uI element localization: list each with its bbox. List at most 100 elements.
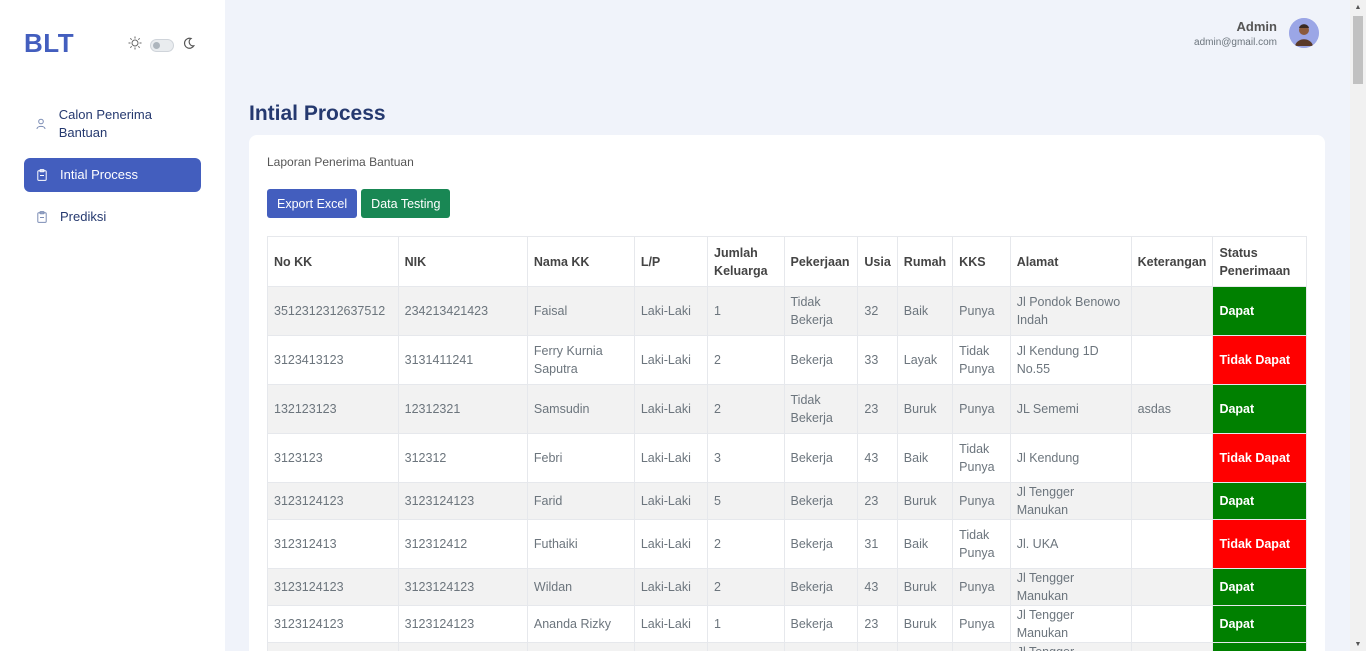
table-cell: Laki-Laki	[633, 519, 709, 569]
export-excel-button[interactable]: Export Excel	[267, 189, 358, 218]
status-badge: Dapat	[1212, 482, 1307, 520]
table-cell: Laki-Laki	[633, 568, 709, 606]
sidebar-item-label: Intial Process	[60, 167, 139, 182]
table-cell: Bekerja	[783, 335, 859, 385]
column-header[interactable]: Keterangan	[1130, 236, 1214, 287]
table-cell: 5	[707, 482, 785, 520]
table-cell: Laki-Laki	[633, 605, 709, 643]
table-cell: Bekerja	[783, 642, 859, 651]
scroll-up-icon[interactable]: ▲	[1350, 0, 1366, 14]
page-title: Intial Process	[249, 102, 386, 125]
table-row: 3123413123 3131411241 Ferry Kurnia Saputra…	[267, 335, 1307, 385]
report-card: Laporan Penerima Bantuan Export Excel Da…	[249, 135, 1325, 651]
table-cell: Laki-Laki	[633, 384, 709, 434]
table-cell: 33	[857, 335, 898, 385]
table-cell: Tidak Punya	[952, 335, 1011, 385]
table-cell	[1130, 433, 1214, 483]
sidebar-menu: Calon Penerima Bantuan Intial Process Pr…	[24, 100, 201, 242]
table-cell: Baik	[896, 519, 954, 569]
table-row: 3512312312637512 234213421423 Faisal Laki-L…	[267, 286, 1307, 336]
table-cell: Bekerja	[783, 482, 859, 520]
table-row: 3123124123 3123124123 Wildan Laki-Laki 2 Beke…	[267, 568, 1307, 606]
table-cell: 3123124123	[267, 482, 399, 520]
table-cell	[1130, 482, 1214, 520]
table-cell: Laki-Laki	[633, 482, 709, 520]
column-header[interactable]: Nama KK	[526, 236, 635, 287]
table-cell: Bekerja	[783, 433, 859, 483]
table-cell: 234213421423	[397, 286, 528, 336]
column-header[interactable]: Rumah	[896, 236, 954, 287]
column-header[interactable]: NIK	[397, 236, 528, 287]
table-cell: Ananda Rizky	[526, 605, 635, 643]
status-badge: Tidak Dapat	[1212, 335, 1307, 385]
scrollbar[interactable]: ▲ ▼	[1350, 0, 1366, 651]
table-cell: 1	[707, 605, 785, 643]
sun-icon	[128, 36, 142, 55]
sidebar-item-prediksi[interactable]: Prediksi	[24, 202, 201, 232]
theme-switch[interactable]	[150, 39, 174, 52]
column-header[interactable]: Usia	[857, 236, 898, 287]
scrollbar-thumb[interactable]	[1353, 16, 1363, 84]
table-cell: 312312413	[267, 519, 399, 569]
table-cell: 32	[857, 286, 898, 336]
scroll-down-icon[interactable]: ▼	[1350, 637, 1366, 651]
table-cell: 3123413123	[267, 335, 399, 385]
clipboard-icon	[36, 211, 48, 223]
table-cell	[1130, 605, 1214, 643]
avatar[interactable]	[1289, 18, 1319, 48]
table-cell: Ferry Kurnia Saputra	[526, 335, 635, 385]
table-cell: 3	[707, 642, 785, 651]
table-cell: Laki-Laki	[633, 642, 709, 651]
table-cell: 3123124123	[267, 642, 399, 651]
person-icon	[36, 118, 47, 130]
table-cell: Buruk	[896, 482, 954, 520]
main-content: Admin admin@gmail.com Intial Process Lap…	[225, 0, 1350, 651]
table-cell: 12312321	[397, 384, 528, 434]
data-testing-button[interactable]: Data Testing	[361, 189, 451, 218]
column-header[interactable]: Pekerjaan	[783, 236, 859, 287]
table-header-row: No KK NIK Nama KK L/P Jumlah Keluarga Pekerja…	[267, 236, 1307, 287]
table-cell	[1130, 642, 1214, 651]
table-cell: Punya	[952, 286, 1011, 336]
sidebar-item-intial-process[interactable]: Intial Process	[24, 158, 201, 192]
user-menu[interactable]: Admin admin@gmail.com	[1194, 18, 1319, 48]
table-row: 3123123 312312 Febri Laki-Laki 3 Bekerja 43 Bai…	[267, 433, 1307, 483]
table-cell: Bekerja	[783, 605, 859, 643]
column-header[interactable]: Alamat	[1009, 236, 1132, 287]
table-cell: Buruk	[896, 384, 954, 434]
table-cell: 3123124123	[397, 568, 528, 606]
table-cell: 3512312312637512	[267, 286, 399, 336]
table-cell: Punya	[952, 482, 1011, 520]
table-cell: 1	[707, 286, 785, 336]
column-header[interactable]: L/P	[633, 236, 709, 287]
table-cell: 2	[707, 519, 785, 569]
table-cell: 2	[707, 384, 785, 434]
table-cell: Bekerja	[783, 519, 859, 569]
sidebar-item-calon-penerima[interactable]: Calon Penerima Bantuan	[24, 100, 201, 148]
theme-toggle	[128, 36, 196, 55]
table-cell: 3123124123	[267, 568, 399, 606]
table-cell: Samsudin	[526, 384, 635, 434]
table-cell: Tidak Bekerja	[783, 384, 859, 434]
table-cell: Punya	[952, 568, 1011, 606]
table-cell: 3123124123	[397, 642, 528, 651]
column-header[interactable]: No KK	[267, 236, 399, 287]
table-cell: Jl. UKA	[1009, 519, 1132, 569]
column-header[interactable]: Status Penerimaan	[1212, 236, 1307, 287]
table-cell: 312312	[397, 433, 528, 483]
status-badge: Dapat	[1212, 642, 1307, 651]
table-cell: Jl Tengger Manukan	[1009, 642, 1132, 651]
table-cell: 23	[857, 384, 898, 434]
column-header[interactable]: KKS	[952, 236, 1011, 287]
table-cell: Buruk	[896, 568, 954, 606]
table-row: 3123124123 3123124123 Farid Laki-Laki 5 Beker…	[267, 482, 1307, 520]
column-header[interactable]: Jumlah Keluarga	[707, 236, 785, 287]
table-cell: Farid	[526, 482, 635, 520]
table-cell: Futhaiki	[526, 519, 635, 569]
status-badge: Tidak Dapat	[1212, 519, 1307, 569]
table-cell: Layak	[896, 335, 954, 385]
brand-logo[interactable]: BLT	[24, 28, 74, 59]
sidebar: BLT Calon Penerima Bantuan Intial Proces…	[0, 0, 225, 651]
table-cell: 43	[857, 568, 898, 606]
table-cell: 31	[857, 519, 898, 569]
